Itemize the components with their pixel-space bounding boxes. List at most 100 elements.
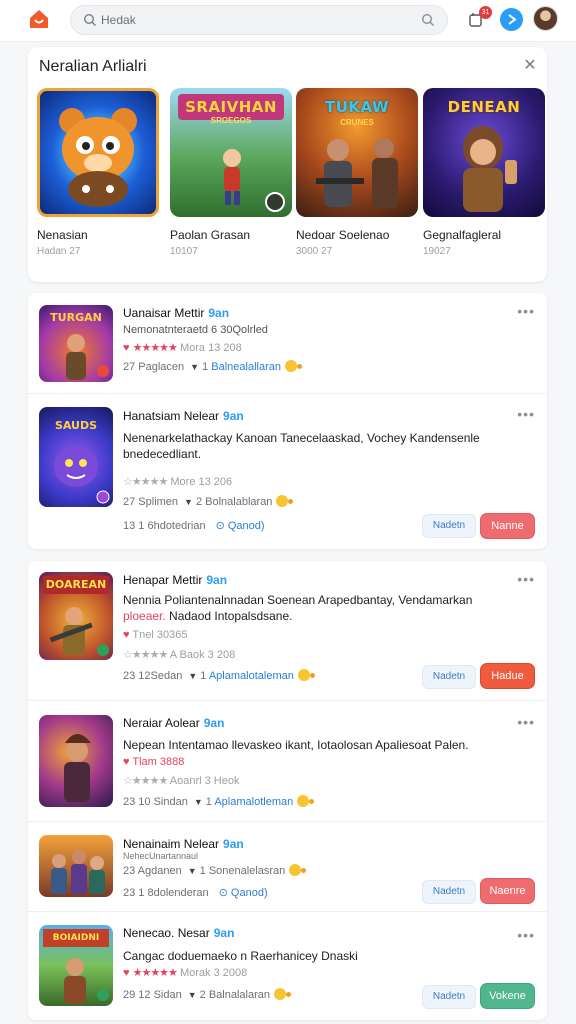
item-description: Nennia Poliantenalnnadan Soenean Arapedb… [123, 592, 507, 624]
game-thumbnail[interactable]: DOAREAN [39, 572, 113, 660]
more-options-icon[interactable]: ••• [517, 303, 535, 319]
item-title[interactable]: Henapar Mettir [123, 573, 202, 587]
heart-icon[interactable]: ♥ [123, 756, 130, 768]
footer-link[interactable]: ⊙ Qanod) [216, 520, 265, 532]
search-bar[interactable] [70, 5, 448, 35]
description-line-2: Nadaod Intopalsdsane. [169, 609, 293, 623]
close-icon[interactable]: ✕ [521, 57, 539, 75]
item-meta: 27 Paglacen ▼ 1 Balnealallaran [123, 360, 302, 373]
meta-label[interactable]: Sonenalelasran [209, 865, 285, 877]
item-title-row: Neraiar Aolear 9an [123, 716, 224, 730]
more-options-icon[interactable]: ••• [517, 406, 535, 422]
description-line-1: Nennia Poliantenalnnadan Soenean Arapedb… [123, 593, 473, 607]
search-submit-icon[interactable] [421, 13, 435, 27]
item-sub-rating: ♥ Tlam 3888 [123, 756, 184, 768]
home-logo-icon[interactable] [28, 9, 50, 29]
primary-button[interactable]: Vokene [480, 983, 535, 1009]
item-meta: 23 Agdanen ▼ 1 Sonenalelasran [123, 864, 307, 877]
footer-link[interactable]: ⊙ Qanod) [219, 887, 268, 899]
primary-button[interactable]: Nanne [480, 513, 535, 539]
share-button[interactable] [500, 8, 523, 31]
feed-item[interactable]: DOAREAN Henapar Mettir 9an ••• Nennia Pol… [28, 561, 547, 701]
meta-label[interactable]: Bolnalablaran [205, 496, 272, 508]
emoji-reaction-icon[interactable] [276, 495, 294, 507]
more-options-icon[interactable]: ••• [517, 714, 535, 730]
share-icon [508, 14, 517, 25]
primary-button[interactable]: Hadue [480, 663, 535, 689]
featured-game-4[interactable]: DENEAN Gegnalfagleral 19027 [423, 88, 545, 257]
game-thumbnail[interactable]: TURGAN [39, 305, 113, 382]
game-count: 3000 27 [296, 246, 333, 257]
feed-card: TURGAN Uanaisar Mettir 9an ••• Nemonatnte… [28, 293, 547, 549]
item-title-row: Hanatsiam Nelear 9an [123, 409, 244, 423]
chevron-down-icon: ▼ [190, 362, 200, 372]
emoji-reaction-icon[interactable] [289, 864, 307, 876]
game-artwork: SRAIVHAN SROEGOS [170, 88, 292, 217]
game-thumbnail[interactable]: BOIAIDNI [39, 925, 113, 1006]
item-tag: 9an [223, 837, 244, 851]
secondary-button[interactable]: Nadetn [422, 665, 476, 689]
footer-text: 23 1 8dolenderan [123, 887, 209, 899]
more-options-icon[interactable]: ••• [517, 571, 535, 587]
meta-count: 27 Splimen [123, 496, 179, 508]
chevron-down-icon: ▼ [193, 797, 203, 807]
description-red-word: ploeaer. [123, 609, 166, 623]
item-tag: 9an [213, 926, 235, 940]
item-title[interactable]: Nenainaim Nelear [123, 837, 219, 851]
search-input[interactable] [101, 11, 401, 29]
meta-label[interactable]: Aplamalotleman [214, 796, 293, 808]
item-title[interactable]: Neraiar Aolear [123, 716, 200, 730]
item-title[interactable]: Uanaisar Mettir [123, 306, 204, 320]
feed-item[interactable]: Neraiar Aolear 9an ••• Nepean Intentamao … [28, 701, 547, 822]
item-rating: ☆★★★★ Aoanrl 3 Heok [123, 774, 239, 787]
top-bar: 31 [0, 0, 576, 42]
heart-icon[interactable]: ♥ [123, 629, 130, 641]
more-options-icon[interactable]: ••• [517, 927, 535, 943]
rating-text: More 13 206 [170, 476, 233, 488]
emoji-reaction-icon[interactable] [297, 669, 315, 681]
secondary-button[interactable]: Nadetn [422, 985, 476, 1009]
meta-label[interactable]: Aplamalotaleman [209, 670, 294, 682]
search-icon [83, 13, 96, 26]
rating-text: Aoanrl 3 Heok [169, 775, 240, 787]
feed-item[interactable]: BOIAIDNI Nenecao. Nesar 9an ••• Cangac do… [28, 912, 547, 1020]
emoji-reaction-icon[interactable] [297, 795, 315, 807]
game-thumbnail[interactable] [39, 835, 113, 897]
featured-game-1[interactable]: Nenasian Hadan 27 [37, 88, 159, 257]
emoji-reaction-icon[interactable] [285, 360, 302, 372]
item-meta: 23 10 Sindan ▼ 1 Aplamalotleman [123, 795, 315, 808]
chevron-down-icon: ▼ [187, 866, 197, 876]
game-thumbnail[interactable] [39, 715, 113, 807]
feed-item[interactable]: Nenainaim Nelear 9an NehecUnartannaul 23 … [28, 822, 547, 912]
game-artwork: DENEAN [423, 88, 545, 217]
item-tag: 9an [223, 409, 244, 423]
featured-game-3[interactable]: TUKAW CRUNES Nedoar Soelenao 3000 27 [296, 88, 418, 257]
heart-icon[interactable]: ♥ [123, 342, 130, 354]
chevron-down-icon: ▼ [184, 497, 193, 507]
game-thumbnail[interactable]: SAUDS [39, 407, 113, 507]
feed-item[interactable]: SAUDS Hanatsiam Nelear 9an ••• Nenenarkel… [28, 394, 547, 549]
item-title-row: Nenecao. Nesar 9an [123, 926, 234, 940]
feed-item[interactable]: TURGAN Uanaisar Mettir 9an ••• Nemonatnte… [28, 293, 547, 394]
emoji-reaction-icon[interactable] [273, 988, 291, 1000]
featured-game-2[interactable]: SRAIVHAN SROEGOS Paolan Grasan 10107 [170, 88, 292, 257]
user-avatar[interactable] [533, 6, 558, 31]
item-title-row: Henapar Mettir 9an [123, 573, 227, 587]
item-subtitle: Nemonatnteraetd 6 30Qolrled [123, 324, 268, 336]
item-title[interactable]: Hanatsiam Nelear [123, 409, 219, 423]
heart-icon[interactable]: ♥ [123, 967, 130, 979]
item-title[interactable]: Nenecao. Nesar [123, 926, 210, 940]
rating-text: Mora 13 208 [179, 342, 242, 354]
rating-stars: ★★★★★ [132, 967, 178, 979]
meta-label[interactable]: Balnealallaran [211, 361, 281, 373]
rating-stars: ☆★★★★ [123, 649, 168, 661]
meta-label[interactable]: Balnalalaran [209, 989, 270, 1001]
secondary-button[interactable]: Nadetn [422, 880, 476, 904]
rating-stars: ☆★★★★ [123, 775, 168, 787]
sub-rating-text: Tnel 30365 [132, 629, 188, 641]
primary-button[interactable]: Naenre [480, 878, 535, 904]
secondary-button[interactable]: Nadetn [422, 514, 476, 538]
rating-text: A Baok 3 208 [169, 649, 236, 661]
item-description: Nenenarkelathackay Kanoan Tanecelaaskad,… [123, 431, 480, 461]
item-description: Cangac doduemaeko n Raerhanicey Dnaski [123, 949, 358, 963]
